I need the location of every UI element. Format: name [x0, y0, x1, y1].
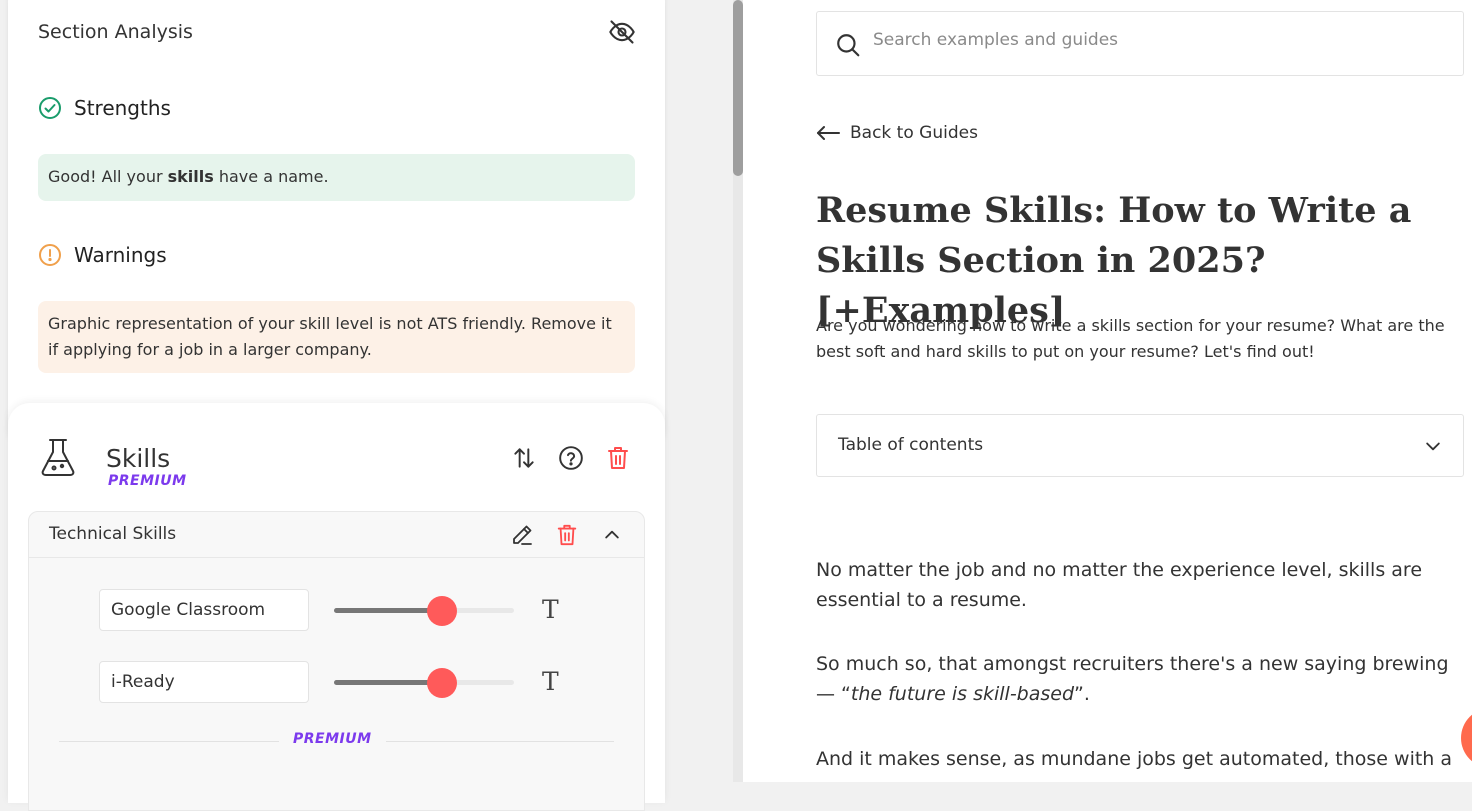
delete-section-icon[interactable]	[603, 443, 633, 473]
hide-analysis-icon[interactable]	[608, 18, 638, 48]
skill-level-slider[interactable]	[334, 668, 514, 698]
skill-group-title: Technical Skills	[49, 524, 177, 544]
delete-group-icon[interactable]	[553, 521, 581, 549]
strength-text-bold: skills	[167, 167, 214, 186]
edit-icon[interactable]	[508, 521, 536, 549]
text-format-icon[interactable]: T	[542, 667, 559, 696]
toc-label: Table of contents	[838, 435, 984, 455]
skill-name-input[interactable]: i-Ready	[99, 661, 309, 703]
strengths-label: Strengths	[74, 96, 171, 120]
search-icon	[837, 34, 860, 57]
premium-badge: PREMIUM	[108, 473, 187, 489]
editor-scrollbar[interactable]	[733, 0, 743, 782]
arrow-left-icon	[817, 126, 840, 140]
paragraph-text-end: ”.	[1074, 683, 1090, 705]
back-to-guides-link[interactable]: Back to Guides	[816, 123, 978, 143]
strengths-heading: Strengths	[38, 96, 171, 120]
warnings-label: Warnings	[74, 243, 167, 267]
back-link-label: Back to Guides	[850, 123, 978, 143]
skill-level-fill	[334, 608, 442, 613]
article-intro: Are you wondering how to write a skills …	[816, 316, 1445, 361]
skills-section-card: Skills PREMIUM Technical Skills Google C…	[8, 403, 665, 811]
editor-pane: Section Analysis Strengths Good! All you…	[0, 0, 732, 811]
quote-text: the future is skill-based	[850, 683, 1075, 705]
skill-name-input[interactable]: Google Classroom	[99, 589, 309, 631]
table-of-contents-dropdown[interactable]: Table of contents	[816, 414, 1464, 477]
guide-pane: Back to Guides Resume Skills: How to Wri…	[743, 0, 1472, 782]
article-paragraph: And it makes sense, as mundane jobs get …	[816, 748, 1453, 770]
strength-text: Good! All your	[48, 167, 168, 186]
warning-circle-icon	[39, 244, 61, 266]
skill-level-knob[interactable]	[427, 668, 457, 698]
skills-section-title: Skills	[106, 444, 171, 473]
scrollbar-thumb[interactable]	[733, 0, 743, 176]
warning-message: Graphic representation of your skill lev…	[38, 301, 635, 373]
skill-group-header[interactable]: Technical Skills	[29, 512, 644, 558]
strength-message: Good! All your skills have a name.	[38, 154, 635, 201]
skill-level-knob[interactable]	[427, 596, 457, 626]
strength-text-end: have a name.	[213, 167, 329, 186]
skill-level-slider[interactable]	[334, 596, 514, 626]
warnings-heading: Warnings	[38, 243, 167, 267]
skill-level-fill	[334, 680, 442, 685]
reorder-icon[interactable]	[509, 443, 539, 473]
search-input[interactable]	[873, 30, 1433, 50]
section-analysis-title: Section Analysis	[38, 21, 193, 43]
chevron-down-icon	[1426, 442, 1440, 451]
flask-icon	[40, 437, 76, 481]
premium-divider-label: PREMIUM	[279, 731, 386, 747]
chevron-up-icon[interactable]	[598, 521, 626, 549]
skill-group-technical: Technical Skills Google Classroom T i-Re…	[28, 511, 645, 811]
text-format-icon[interactable]: T	[542, 595, 559, 624]
skill-row: i-Ready T	[99, 661, 579, 703]
skill-row: Google Classroom T	[99, 589, 579, 631]
section-analysis-card: Section Analysis Strengths Good! All you…	[8, 0, 665, 450]
check-circle-icon	[39, 97, 61, 119]
search-box[interactable]	[816, 11, 1464, 76]
article-paragraph: No matter the job and no matter the expe…	[816, 559, 1423, 611]
help-icon[interactable]	[556, 443, 586, 473]
article-paragraph: So much so, that amongst recruiters ther…	[816, 649, 1456, 709]
